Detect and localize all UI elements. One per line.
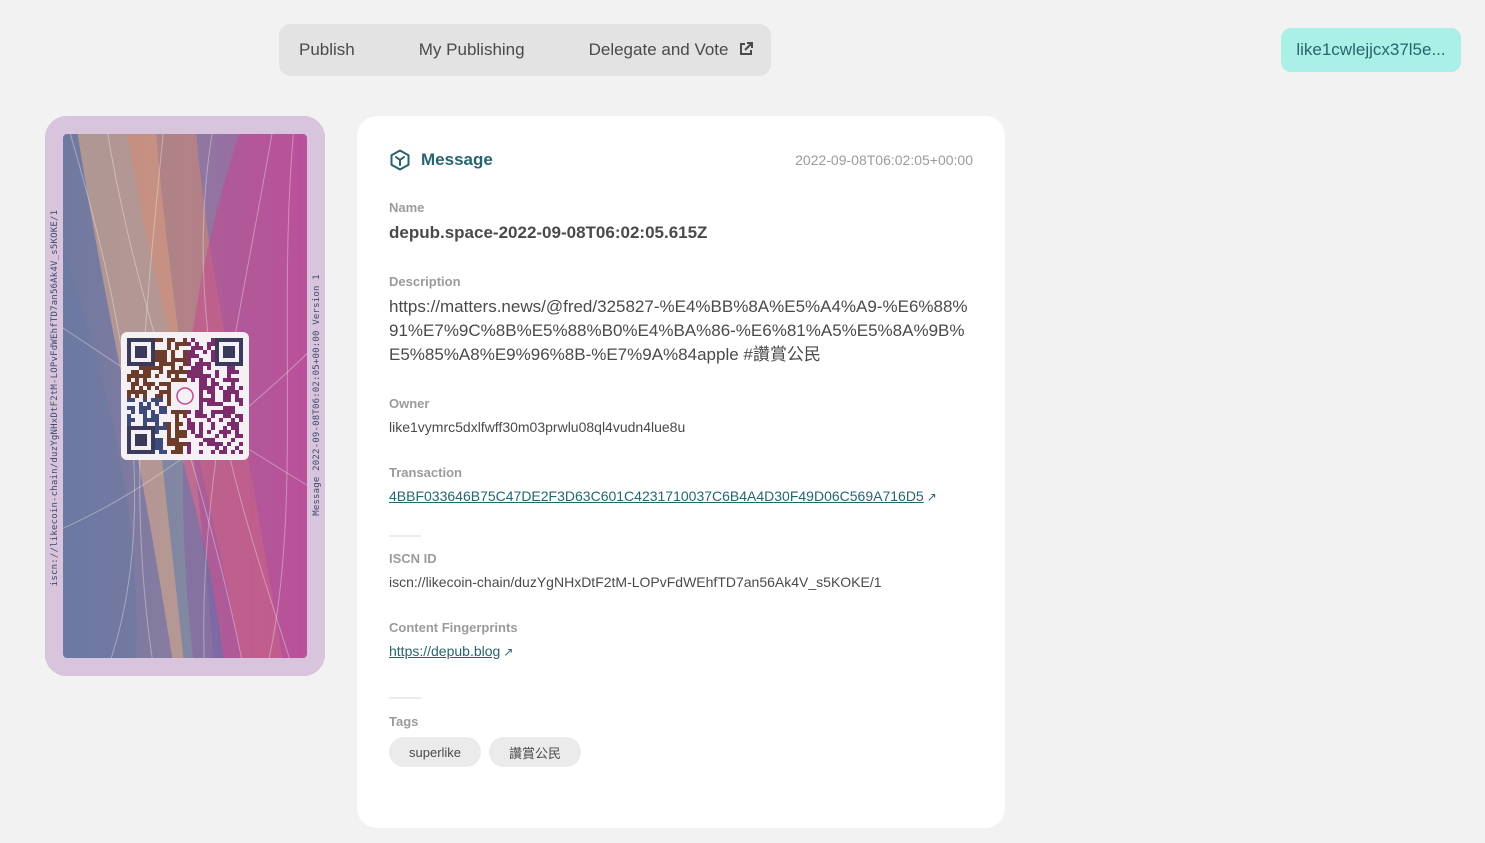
panel-header: Message 2022-09-08T06:02:05+00:00 — [389, 148, 973, 172]
record-timestamp: 2022-09-08T06:02:05+00:00 — [795, 152, 973, 168]
external-arrow-icon: ↗ — [503, 645, 514, 659]
nav-publish[interactable]: Publish — [299, 40, 355, 60]
tags-section: Tags superlike 讚賞公民 — [389, 714, 973, 767]
tag-chip[interactable]: superlike — [389, 737, 482, 767]
transaction-label: Transaction — [389, 465, 462, 480]
owner-section: Owner like1vymrc5dxlfwff30m03prwlu08ql4v… — [389, 396, 973, 435]
name-label: Name — [389, 200, 425, 215]
name-section: Name depub.space-2022-09-08T06:02:05.615… — [389, 200, 973, 243]
iscn-record-panel: Message 2022-09-08T06:02:05+00:00 Name d… — [357, 116, 1005, 828]
record-description: https://matters.news/@fred/325827-%E4%BB… — [389, 297, 968, 364]
section-divider — [389, 697, 421, 699]
record-type-label: Message — [421, 150, 493, 169]
nft-iscn-vertical-text: iscn://likecoin-chain/duzYgNHxDtF2tM-LOP… — [50, 209, 60, 587]
wallet-address-button[interactable]: like1cwlejjcx37l5e... — [1281, 28, 1461, 72]
external-link-icon — [739, 42, 753, 55]
wallet-address: like1cwlejjcx37l5e... — [1296, 40, 1446, 59]
tag-chip[interactable]: 讚賞公民 — [489, 737, 582, 767]
nav-delegate-label: Delegate and Vote — [588, 40, 729, 59]
description-label: Description — [389, 274, 461, 289]
owner-address: like1vymrc5dxlfwff30m03prwlu08ql4vudn4lu… — [389, 419, 686, 435]
nft-message-vertical-text: Message 2022-09-08T06:02:05+00:00 Versio… — [312, 274, 322, 516]
qr-code-pattern — [127, 338, 243, 454]
transaction-link[interactable]: 4BBF033646B75C47DE2F3D63C601C4231710037C… — [389, 488, 937, 504]
section-divider — [389, 535, 421, 537]
iscn-section: ISCN ID iscn://likecoin-chain/duzYgNHxDt… — [389, 551, 973, 590]
tag-list: superlike 讚賞公民 — [389, 737, 973, 767]
transaction-hash: 4BBF033646B75C47DE2F3D63C601C4231710037C… — [389, 488, 924, 504]
owner-label: Owner — [389, 396, 430, 411]
description-section: Description https://matters.news/@fred/3… — [389, 274, 973, 367]
external-arrow-icon: ↗ — [926, 490, 937, 504]
tags-label: Tags — [389, 714, 419, 729]
top-navigation: Publish My Publishing Delegate and Vote — [279, 24, 771, 76]
fingerprints-section: Content Fingerprints https://depub.blog ↗ — [389, 620, 973, 661]
qr-code — [121, 332, 249, 460]
iscn-id: iscn://likecoin-chain/duzYgNHxDtF2tM-LOP… — [389, 574, 882, 590]
fingerprints-label: Content Fingerprints — [389, 620, 518, 635]
cube-icon — [390, 149, 410, 171]
nav-delegate-and-vote[interactable]: Delegate and Vote — [589, 40, 753, 60]
record-type: Message — [389, 149, 493, 171]
iscn-label: ISCN ID — [389, 551, 437, 566]
nft-card — [45, 116, 325, 676]
transaction-section: Transaction 4BBF033646B75C47DE2F3D63C601… — [389, 465, 973, 506]
fingerprint-url: https://depub.blog — [389, 643, 501, 659]
record-name: depub.space-2022-09-08T06:02:05.615Z — [389, 223, 708, 242]
fingerprint-link[interactable]: https://depub.blog ↗ — [389, 643, 513, 659]
nav-my-publishing[interactable]: My Publishing — [419, 40, 525, 60]
